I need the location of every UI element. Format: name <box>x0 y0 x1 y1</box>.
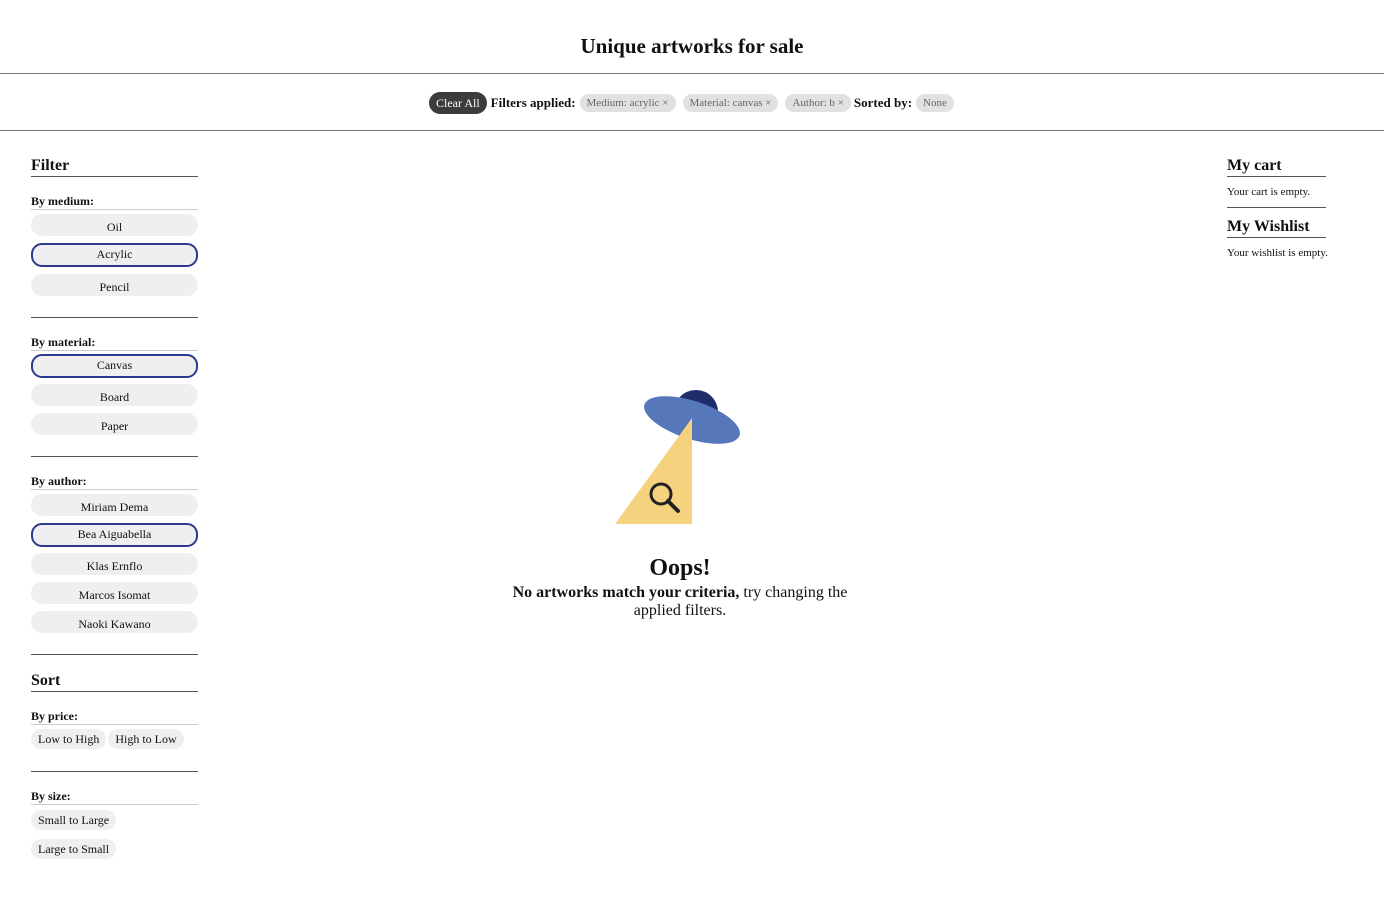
by-material-label: By material: <box>31 335 198 351</box>
section-divider <box>31 456 198 457</box>
size-large-to-small-button[interactable]: Large to Small <box>31 839 117 859</box>
filter-chip-medium[interactable]: Medium: acrylic × <box>579 94 676 112</box>
material-option-paper[interactable]: Paper <box>31 413 198 435</box>
cart-heading: My cart <box>1227 157 1326 177</box>
cart-empty-text: Your cart is empty. <box>1227 186 1311 198</box>
by-price-label: By price: <box>31 709 198 725</box>
author-option-naoki-kawano[interactable]: Naoki Kawano <box>31 611 198 633</box>
cart-wishlist-panel: My cart Your cart is empty. My Wishlist … <box>1227 157 1328 259</box>
empty-message: No artworks match your criteria, try cha… <box>500 584 860 620</box>
page-title: Unique artworks for sale <box>580 34 804 58</box>
material-option-canvas[interactable]: Canvas <box>31 354 198 378</box>
medium-option-oil[interactable]: Oil <box>31 214 198 236</box>
sort-heading: Sort <box>31 672 198 692</box>
clear-all-button[interactable]: Clear All <box>429 92 487 114</box>
section-divider <box>31 771 198 772</box>
ufo-search-icon <box>615 390 740 524</box>
medium-option-acrylic[interactable]: Acrylic <box>31 243 198 267</box>
price-sort-options: Low to High High to Low <box>31 729 198 749</box>
author-option-klas-ernflo[interactable]: Klas Ernflo <box>31 553 198 575</box>
filter-chip-author[interactable]: Author: b × <box>785 94 851 112</box>
wishlist-heading: My Wishlist <box>1227 218 1326 238</box>
sorted-by-chip[interactable]: None <box>916 94 954 112</box>
by-size-label: By size: <box>31 789 198 805</box>
applied-filters-row: Clear All Filters applied: Medium: acryl… <box>429 92 954 114</box>
medium-option-pencil[interactable]: Pencil <box>31 274 198 296</box>
empty-message-bold: No artworks match your criteria, <box>512 584 740 601</box>
by-author-label: By author: <box>31 474 198 490</box>
section-divider <box>31 654 198 655</box>
price-low-to-high-button[interactable]: Low to High <box>31 729 107 749</box>
filter-heading: Filter <box>31 157 198 177</box>
sorted-by-label: Sorted by: <box>853 95 913 110</box>
size-sort-large-row: Large to Small <box>31 839 198 859</box>
section-divider <box>31 317 198 318</box>
filter-chip-material[interactable]: Material: canvas × <box>682 94 779 112</box>
page-header: Unique artworks for sale <box>0 0 1384 74</box>
size-small-to-large-button[interactable]: Small to Large <box>31 810 117 830</box>
wishlist-empty-text: Your wishlist is empty. <box>1227 247 1328 259</box>
cart-divider <box>1227 207 1326 208</box>
by-medium-label: By medium: <box>31 194 198 210</box>
author-option-bea-aiguabella[interactable]: Bea Aiguabella <box>31 523 198 547</box>
empty-title: Oops! <box>649 555 711 581</box>
applied-filters-bar: Clear All Filters applied: Medium: acryl… <box>0 74 1384 131</box>
material-option-board[interactable]: Board <box>31 384 198 406</box>
author-option-marcos-isomat[interactable]: Marcos Isomat <box>31 582 198 604</box>
price-high-to-low-button[interactable]: High to Low <box>108 729 184 749</box>
author-option-miriam-dema[interactable]: Miriam Dema <box>31 494 198 516</box>
filter-sidebar: Filter By medium: Oil Acrylic Pencil By … <box>31 157 198 859</box>
filters-applied-label: Filters applied: <box>490 95 576 110</box>
size-sort-small-row: Small to Large <box>31 810 198 830</box>
